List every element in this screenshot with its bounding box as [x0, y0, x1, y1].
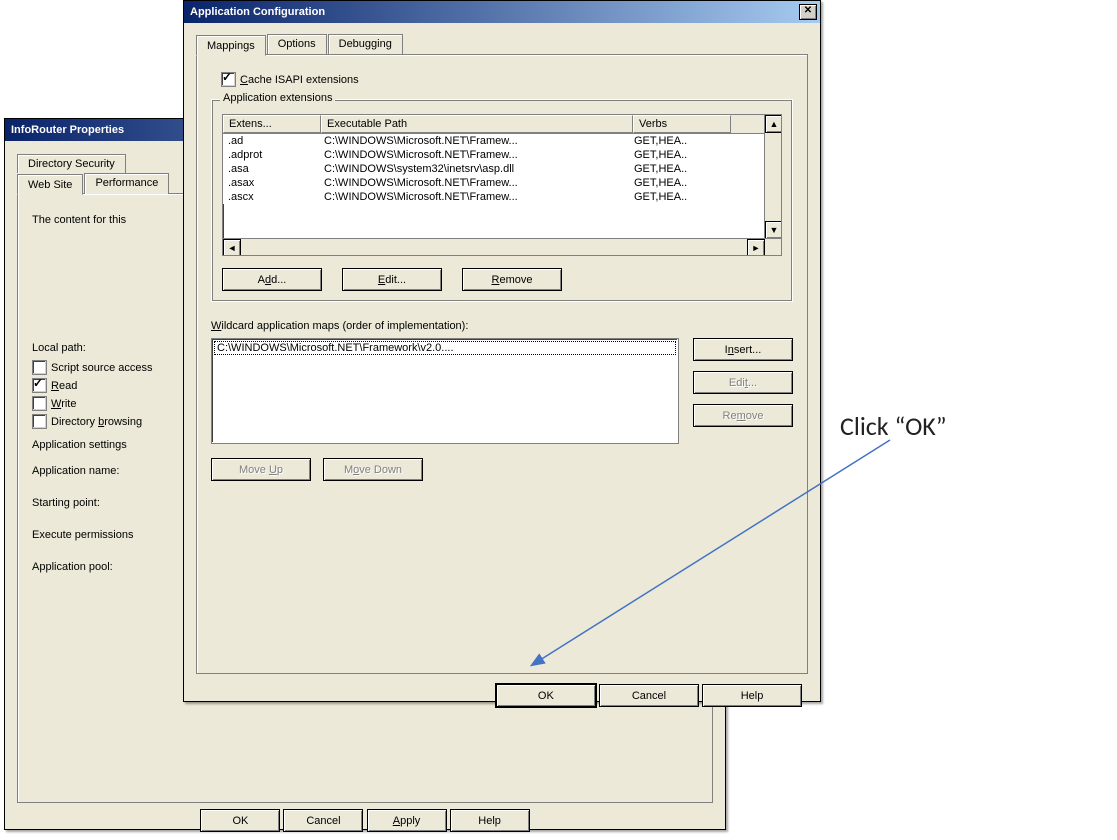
col-extension[interactable]: Extens... [223, 115, 321, 133]
annotation-text: Click “OK” [840, 410, 947, 442]
group-app-extensions: Application extensions Extens... Executa… [211, 99, 793, 302]
ext-buttons-row: Add... Edit... Remove [222, 268, 782, 291]
tab-web-site[interactable]: Web Site [17, 174, 83, 195]
chk-cache-row[interactable]: Cache ISAPI extensions [221, 72, 793, 87]
front-inner: Mappings Options Debugging Cache ISAPI e… [184, 23, 820, 715]
hscrollbar[interactable]: ◄ ► [223, 238, 781, 255]
table-row[interactable]: .asa C:\WINDOWS\system32\inetsrv\asp.dll… [223, 162, 781, 176]
vscrollbar[interactable]: ▲ ▼ [764, 115, 781, 255]
table-row[interactable]: .adprot C:\WINDOWS\Microsoft.NET\Framew.… [223, 148, 781, 162]
help-button[interactable]: Help [702, 684, 802, 707]
front-button-row: OK Cancel Help [192, 678, 812, 707]
col-path[interactable]: Executable Path [321, 115, 633, 133]
checkbox-script[interactable] [32, 360, 47, 375]
tab-mappings[interactable]: Mappings [196, 35, 266, 56]
back-ok-button[interactable]: OK [200, 809, 280, 832]
chk-dirbrowse-label: Directory browsing [51, 416, 142, 428]
back-cancel-button[interactable]: Cancel [283, 809, 363, 832]
group-app-ext-legend: Application extensions [220, 92, 335, 104]
remove2-button: Remove [693, 404, 793, 427]
checkbox-write[interactable] [32, 396, 47, 411]
app-config-dialog: Application Configuration ✕ Mappings Opt… [183, 0, 821, 702]
tab-performance[interactable]: Performance [84, 173, 169, 194]
list-item[interactable]: C:\WINDOWS\Microsoft.NET\Framework\v2.0.… [214, 341, 676, 355]
title-back: InfoRouter Properties [11, 124, 124, 136]
wildcard-btns: Insert... Edit... Remove [693, 338, 793, 444]
tab-dir-security[interactable]: Directory Security [17, 154, 126, 173]
front-tabpanel: Cache ISAPI extensions Application exten… [196, 54, 808, 674]
checkbox-cache[interactable] [221, 72, 236, 87]
back-help-button[interactable]: Help [450, 809, 530, 832]
ok-button[interactable]: OK [496, 684, 596, 707]
listview-body: .ad C:\WINDOWS\Microsoft.NET\Framew... G… [223, 134, 781, 204]
checkbox-read[interactable] [32, 378, 47, 393]
scroll-up-icon[interactable]: ▲ [765, 115, 782, 133]
listview-header: Extens... Executable Path Verbs [223, 115, 781, 134]
tab-options[interactable]: Options [267, 34, 327, 55]
edit-button[interactable]: Edit... [342, 268, 442, 291]
extensions-listview[interactable]: Extens... Executable Path Verbs .ad C:\W… [222, 114, 782, 256]
move-btns: Move Up Move Down [211, 458, 793, 481]
table-row[interactable]: .ad C:\WINDOWS\Microsoft.NET\Framew... G… [223, 134, 781, 148]
tab-debugging[interactable]: Debugging [328, 34, 403, 55]
table-row[interactable]: .ascx C:\WINDOWS\Microsoft.NET\Framew...… [223, 190, 781, 204]
wildcard-listbox[interactable]: C:\WINDOWS\Microsoft.NET\Framework\v2.0.… [211, 338, 679, 444]
back-apply-button[interactable]: Apply [367, 809, 447, 832]
chk-script-label: Script source access [51, 362, 152, 374]
close-icon[interactable]: ✕ [799, 4, 817, 20]
front-tabstrip: Mappings Options Debugging [196, 33, 812, 54]
chk-cache-label: Cache ISAPI extensions [240, 74, 359, 86]
insert-button[interactable]: Insert... [693, 338, 793, 361]
titlebar-front: Application Configuration ✕ [184, 1, 820, 23]
wildcard-row: C:\WINDOWS\Microsoft.NET\Framework\v2.0.… [211, 338, 793, 444]
moveup-button: Move Up [211, 458, 311, 481]
edit2-button: Edit... [693, 371, 793, 394]
cancel-button[interactable]: Cancel [599, 684, 699, 707]
chk-read-label: Read [51, 380, 77, 392]
add-button[interactable]: Add... [222, 268, 322, 291]
scroll-down-icon[interactable]: ▼ [765, 221, 782, 239]
chk-write-label: Write [51, 398, 76, 410]
movedown-button: Move Down [323, 458, 423, 481]
wildcard-label: Wildcard application maps (order of impl… [211, 320, 793, 332]
table-row[interactable]: .asax C:\WINDOWS\Microsoft.NET\Framew...… [223, 176, 781, 190]
checkbox-dirbrowse[interactable] [32, 414, 47, 429]
scroll-right-icon[interactable]: ► [747, 239, 765, 256]
remove-button[interactable]: Remove [462, 268, 562, 291]
col-verbs[interactable]: Verbs [633, 115, 731, 133]
back-button-row: OK Cancel Apply Help [13, 809, 717, 832]
title-front: Application Configuration [190, 6, 325, 18]
scroll-left-icon[interactable]: ◄ [223, 239, 241, 256]
